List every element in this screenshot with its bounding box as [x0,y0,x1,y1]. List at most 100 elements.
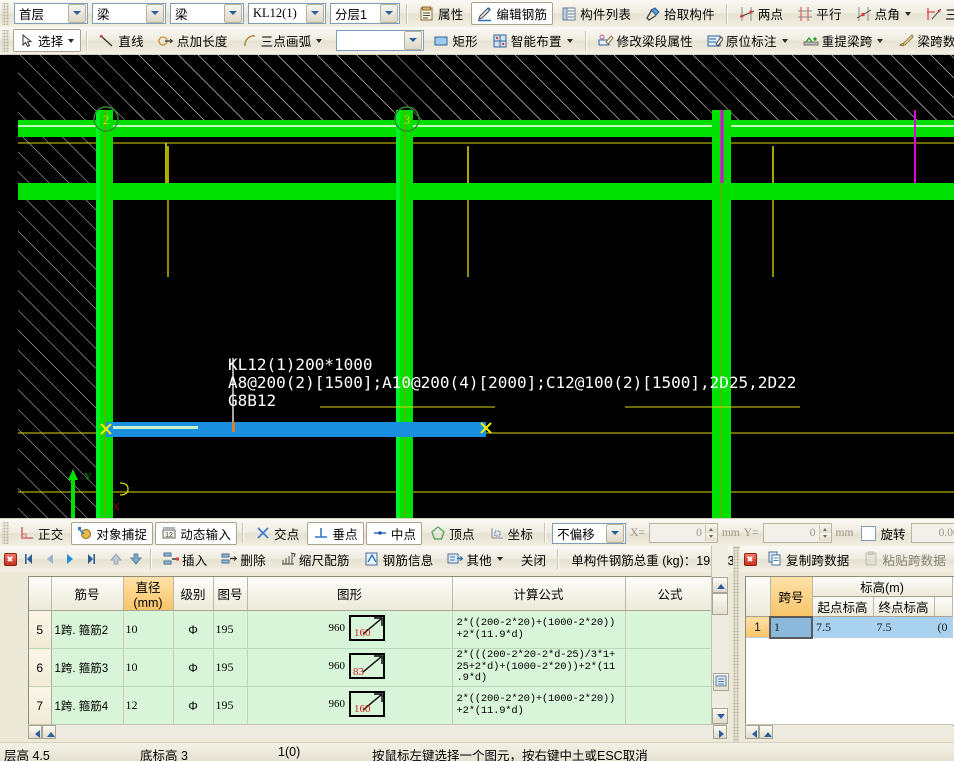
paste-span-data-button[interactable]: 粘贴跨数据 [858,548,953,571]
close-icon[interactable] [744,553,757,566]
cell-shape-no[interactable]: 195 [213,687,247,725]
rebar-table-container[interactable]: 筋号 直径 (mm) 级别 图号 图形 计算公式 公式 5 1跨. 箍筋2 10 [28,576,718,726]
col-end-elev-header[interactable]: 终点标高 [873,597,934,617]
table-row[interactable]: 5 1跨. 箍筋2 10 Φ 195 960 160 [29,611,715,649]
scroll-down-button[interactable] [712,708,728,724]
cell-rebar-no[interactable]: 1跨. 箍筋4 [51,687,123,725]
cad-canvas[interactable]: 2 3 KL12(1)200*1000 A8@200(2)[1500];A10@… [0,55,954,518]
col-rownum-header[interactable] [746,577,770,617]
span-table[interactable]: 跨号 标高(m) 起点标高 终点标高 1 1 7.5 7.5 [746,577,953,639]
cell-grade[interactable]: Φ [173,611,213,649]
properties-button[interactable]: 属性 [413,2,469,25]
x-offset-value[interactable]: 0 [650,527,705,539]
prev-record-button[interactable] [40,549,60,569]
other-button[interactable]: 其他 [441,548,509,571]
col-grade-header[interactable]: 级别 [173,577,213,611]
copy-span-data-button[interactable]: 梁跨数据复制 [892,29,954,52]
cell-diameter[interactable]: 10 [123,611,173,649]
point-angle-button[interactable]: 点角 [850,2,918,25]
span-table-hscrollbar[interactable] [745,724,953,739]
scroll-up-button[interactable] [712,577,728,593]
cell-formula2[interactable] [625,611,715,649]
chevron-down-icon[interactable] [224,4,242,23]
perpendicular-snap-button[interactable]: 垂点 [307,522,363,545]
table-row[interactable]: 6 1跨. 箍筋3 10 Φ 195 960 83 [29,649,715,687]
cell-start-elev[interactable]: 7.5 [812,617,873,638]
line-button[interactable]: 直线 [93,29,149,52]
next-record-button[interactable] [60,549,80,569]
smart-layout-button[interactable]: 智能布置 [486,29,580,52]
row-number[interactable]: 1 [746,617,770,638]
insert-row-button[interactable]: 插入 [157,548,213,571]
edit-rebar-button[interactable]: 编辑钢筋 [471,2,553,25]
y-offset-spinner[interactable]: 0 [763,523,832,543]
chevron-down-icon[interactable] [404,31,422,50]
col-extra-header[interactable] [934,597,952,617]
cell-rebar-no[interactable]: 1跨. 箍筋2 [51,611,123,649]
three-point-arc-button[interactable]: 三点画弧 [236,29,330,52]
scroll-grip-button[interactable] [42,725,56,739]
col-rebar-no-header[interactable]: 筋号 [51,577,123,611]
col-span-no-header[interactable]: 跨号 [770,577,812,617]
midpoint-snap-button[interactable]: 中点 [366,522,422,545]
component-subtype-combo[interactable]: 梁 [170,3,244,24]
scroll-left-button[interactable] [745,725,759,739]
rotate-spinner[interactable]: 0.000 [911,523,954,543]
scroll-page-button[interactable] [713,673,729,691]
intersection-snap-button[interactable]: 交点 [249,522,305,545]
component-type-combo[interactable]: 梁 [92,3,166,24]
span-table-container[interactable]: 跨号 标高(m) 起点标高 终点标高 1 1 7.5 7.5 [745,576,954,726]
cell-shape[interactable]: 960 160 [247,611,452,649]
chevron-down-icon[interactable] [497,557,503,561]
rebar-info-button[interactable]: 钢筋信息 [358,548,440,571]
toolbar-grip[interactable] [2,3,9,25]
re-extract-span-button[interactable]: 重提梁跨 [797,29,891,52]
component-list-button[interactable]: 构件列表 [555,2,637,25]
chevron-down-icon[interactable] [306,4,324,23]
copy-span-data-panel-button[interactable]: 复制跨数据 [761,548,856,571]
cell-formula[interactable]: 2*((200-2*20)+(1000-2*20)) +2*(11.9*d) [452,611,625,649]
point-add-length-button[interactable]: 点加长度 [152,29,234,52]
cell-shape-no[interactable]: 195 [213,611,247,649]
spinner-arrows[interactable] [819,525,831,541]
chevron-down-icon[interactable] [68,4,86,23]
three-point-axis-button[interactable]: 三点辅轴 [920,2,954,25]
col-shape-header[interactable]: 图形 [247,577,452,611]
ortho-button[interactable]: 正交 [13,522,69,545]
two-point-button[interactable]: 两点 [733,2,789,25]
chevron-down-icon[interactable] [905,12,911,16]
modify-beam-segment-button[interactable]: 修改梁段属性 [592,29,699,52]
col-start-elev-header[interactable]: 起点标高 [812,597,873,617]
layer-combo[interactable]: 分层1 [330,3,400,24]
rotate-checkbox[interactable] [861,526,876,541]
cell-formula2[interactable] [625,649,715,687]
cell-shape-no[interactable]: 195 [213,649,247,687]
chevron-down-icon[interactable] [146,4,164,23]
col-rownum-header[interactable] [29,577,51,611]
col-shape-no-header[interactable]: 图号 [213,577,247,611]
move-down-button[interactable] [126,549,146,569]
chevron-down-icon[interactable] [877,39,883,43]
table-row[interactable]: 7 1跨. 箍筋4 12 Φ 195 960 160 [29,687,715,725]
col-diameter-header[interactable]: 直径 (mm) [123,577,173,611]
chevron-down-icon[interactable] [68,39,74,43]
cell-span-no[interactable]: 1 [770,617,812,638]
cell-formula2[interactable] [625,687,715,725]
cell-diameter[interactable]: 10 [123,649,173,687]
chevron-down-icon[interactable] [606,524,624,543]
table-row[interactable]: 1 1 7.5 7.5 (0 [746,617,952,638]
floor-combo[interactable]: 首层 [14,3,88,24]
last-record-button[interactable] [80,549,100,569]
rebar-vscroll-track[interactable] [711,577,728,724]
chevron-down-icon[interactable] [567,39,573,43]
close-icon[interactable] [4,553,17,566]
rebar-table-hscrollbar[interactable] [28,724,727,739]
cell-diameter[interactable]: 12 [123,687,173,725]
scroll-right-button[interactable] [713,725,727,739]
close-button[interactable]: 关闭 [512,548,552,571]
row-number[interactable]: 6 [29,649,51,687]
cell-formula[interactable]: 2*(((200-2*20-2*d-25)/3*1+ 25+2*d)+(1000… [452,649,625,687]
chevron-down-icon[interactable] [782,39,788,43]
cad-drawing[interactable]: 2 3 KL12(1)200*1000 A8@200(2)[1500];A10@… [0,55,954,518]
object-snap-button[interactable]: 对象捕捉 [71,522,153,545]
